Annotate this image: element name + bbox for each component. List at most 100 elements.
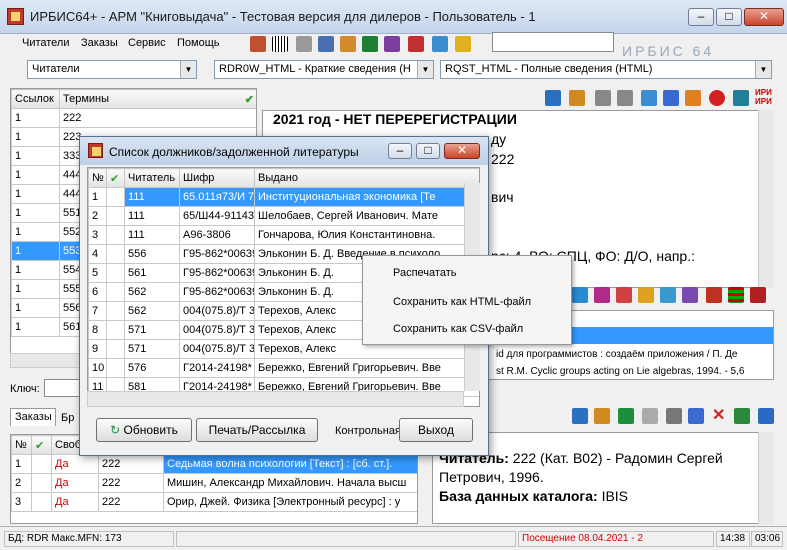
print-icon[interactable]: [666, 408, 682, 424]
add-icon[interactable]: [594, 408, 610, 424]
table-row[interactable]: 10 576 Г2014-24198* Бережко, Евгений Григор…: [88, 358, 479, 378]
arrow-left-icon[interactable]: [595, 90, 611, 106]
column-header[interactable]: Ссылок: [11, 89, 60, 109]
chevron-down-icon[interactable]: ▼: [755, 61, 771, 78]
menu-service[interactable]: Сервис: [128, 37, 166, 49]
list-item[interactable]: st R.M. Cyclic groups acting on Lie alge…: [496, 366, 744, 377]
checkbox-cell[interactable]: [106, 187, 125, 207]
export-icon[interactable]: [685, 90, 701, 106]
column-header[interactable]: Термины ✔: [59, 89, 256, 109]
checkbox-cell[interactable]: [106, 339, 125, 359]
book-icon[interactable]: [660, 287, 676, 303]
column-header[interactable]: Читатель: [124, 168, 180, 188]
lock-icon[interactable]: [642, 408, 658, 424]
book-icon[interactable]: [638, 287, 654, 303]
list-item[interactable]: id для программистов : создаём приложени…: [496, 349, 737, 360]
checkbox-cell[interactable]: [106, 358, 125, 378]
menu-readers[interactable]: Читатели: [22, 37, 70, 49]
folder-icon[interactable]: [733, 90, 749, 106]
minimize-button[interactable]: –: [388, 143, 412, 159]
print-icon[interactable]: [663, 90, 679, 106]
table-cell: 4: [88, 244, 107, 264]
checkbox-cell[interactable]: [106, 301, 125, 321]
table-cell: Г95-862*00639: [179, 263, 255, 283]
table-row[interactable]: 3 Да 222 Орир, Джей. Физика [Электронный ре…: [11, 492, 417, 512]
book-icon[interactable]: [616, 287, 632, 303]
short-format-select[interactable]: RDR0W_HTML - Краткие сведения (Н ▼: [214, 60, 434, 79]
quick-search-input[interactable]: [492, 32, 614, 52]
card-icon[interactable]: [340, 36, 356, 52]
column-header[interactable]: Шифр: [179, 168, 255, 188]
book-icon[interactable]: [594, 287, 610, 303]
books-icon[interactable]: [750, 287, 766, 303]
refresh-button[interactable]: ↻ Обновить: [96, 418, 192, 442]
archive-icon[interactable]: [432, 36, 448, 52]
excel-icon[interactable]: [362, 36, 378, 52]
arrow-right-icon[interactable]: [617, 90, 633, 106]
menu-orders[interactable]: Заказы: [81, 37, 118, 49]
user-icon[interactable]: [569, 90, 585, 106]
print-icon[interactable]: [296, 36, 312, 52]
vertical-scrollbar[interactable]: [758, 432, 774, 524]
table-row[interactable]: 2 Да 222 Мишин, Александр Михайлович. Начал…: [11, 473, 417, 493]
check-icon[interactable]: ✔: [31, 435, 52, 455]
menu-item-save-html[interactable]: Сохранить как HTML-файл: [393, 296, 531, 308]
stop-icon[interactable]: [709, 90, 725, 106]
exit-button[interactable]: Выход: [399, 418, 473, 442]
key-input[interactable]: [44, 379, 84, 397]
scanner-icon[interactable]: [318, 36, 334, 52]
tab-other[interactable]: Бр: [57, 410, 78, 426]
minimize-button[interactable]: –: [688, 8, 714, 26]
book-icon[interactable]: [682, 287, 698, 303]
vertical-scrollbar[interactable]: [758, 110, 774, 288]
column-header[interactable]: №: [11, 435, 32, 455]
checkbox-cell[interactable]: [106, 244, 125, 264]
books-icon[interactable]: [572, 408, 588, 424]
maximize-button[interactable]: □: [416, 143, 440, 159]
checkbox-cell[interactable]: [106, 206, 125, 226]
stack-icon[interactable]: [728, 287, 744, 303]
chevron-down-icon[interactable]: ▼: [180, 61, 196, 78]
database-select[interactable]: Читатели ▼: [27, 60, 197, 79]
readers-icon[interactable]: [250, 36, 266, 52]
lock-icon[interactable]: [641, 90, 657, 106]
full-format-select[interactable]: RQST_HTML - Полные сведения (HTML) ▼: [440, 60, 772, 79]
chevron-down-icon[interactable]: ▼: [417, 61, 433, 78]
menu-item-save-csv[interactable]: Сохранить как CSV-файл: [393, 323, 523, 335]
edit-icon[interactable]: [688, 408, 704, 424]
transfer-icon[interactable]: [734, 408, 750, 424]
report-icon[interactable]: [408, 36, 424, 52]
check-icon[interactable]: ✔: [245, 93, 254, 106]
delete-icon[interactable]: ✕: [712, 405, 725, 425]
menu-help[interactable]: Помощь: [177, 37, 220, 49]
copy-icon[interactable]: [545, 90, 561, 106]
column-header[interactable]: №: [88, 168, 107, 188]
maximize-button[interactable]: □: [716, 8, 742, 26]
refresh-icon[interactable]: [572, 287, 588, 303]
tab-orders[interactable]: Заказы: [10, 408, 56, 426]
checkbox-cell[interactable]: [106, 263, 125, 283]
table-row[interactable]: 3 111 А96-3806 Гончарова, Юлия Константинов…: [88, 225, 479, 245]
column-header[interactable]: Выдано: [254, 168, 479, 188]
tools-icon[interactable]: [455, 36, 471, 52]
user-icon[interactable]: [618, 408, 634, 424]
close-button[interactable]: ✕: [744, 8, 784, 26]
table-row[interactable]: 2 111 65/Ш44-91143 Шелобаев, Сергей Иванови…: [88, 206, 479, 226]
table-row[interactable]: 1 Да 222 Седьмая волна психологии [Текст] :…: [11, 454, 417, 474]
table-row[interactable]: 1 222: [11, 108, 256, 128]
checkbox-cell[interactable]: [106, 320, 125, 340]
print-mailing-button[interactable]: Печать/Рассылка: [196, 418, 318, 442]
checkbox-cell[interactable]: [106, 225, 125, 245]
menu-item-print[interactable]: Распечатать: [393, 267, 456, 279]
check-icon[interactable]: ✔: [106, 168, 125, 188]
books-icon[interactable]: [384, 36, 400, 52]
table-row[interactable]: 1 111 65.011я73/И 7 Институциональная эконо…: [88, 187, 479, 207]
barcode-icon[interactable]: [272, 36, 288, 52]
horizontal-scrollbar[interactable]: [87, 391, 464, 407]
table-cell: 111: [124, 206, 180, 226]
swap-icon[interactable]: [758, 408, 774, 424]
checkbox-cell[interactable]: [106, 282, 125, 302]
pdf-icon[interactable]: [706, 287, 722, 303]
close-button[interactable]: ✕: [444, 143, 480, 159]
status-date: 03:06: [751, 531, 783, 547]
